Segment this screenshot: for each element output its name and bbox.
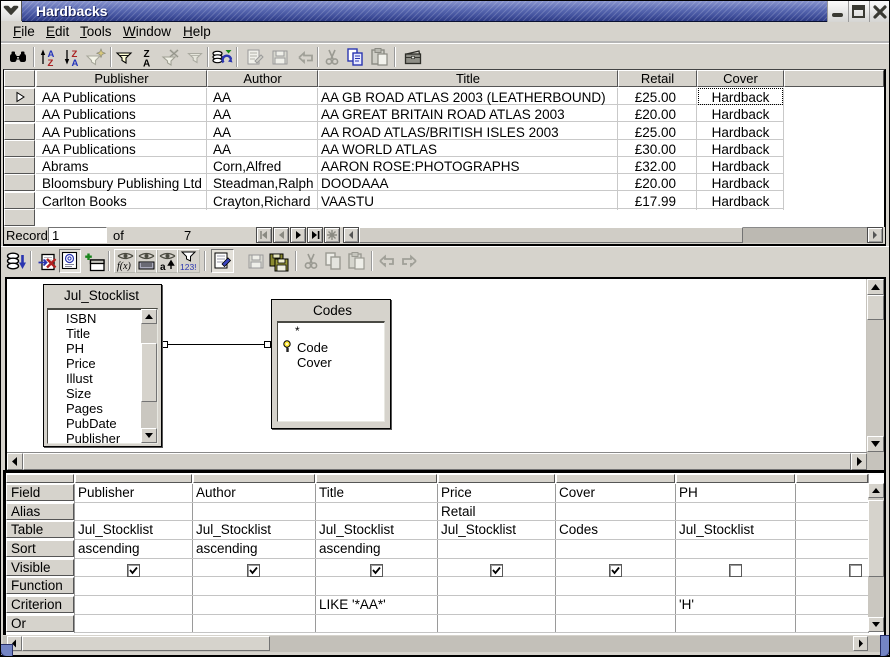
svg-text:f(x): f(x) xyxy=(117,261,132,272)
svg-text:A: A xyxy=(143,59,150,68)
svg-text:A: A xyxy=(72,58,79,67)
svg-text:Z: Z xyxy=(48,58,54,67)
svg-text:123!: 123! xyxy=(180,262,197,272)
svg-text:a: a xyxy=(160,262,166,272)
